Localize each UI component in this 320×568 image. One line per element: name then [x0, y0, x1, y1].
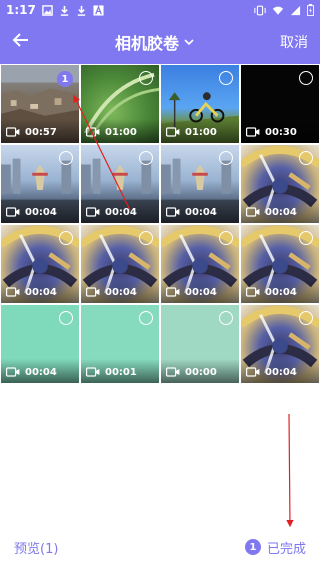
- wifi-icon: [272, 5, 284, 16]
- select-checkbox[interactable]: [219, 151, 233, 165]
- video-duration: 00:04: [185, 287, 217, 298]
- album-title: 相机胶卷: [114, 34, 179, 53]
- back-button[interactable]: [12, 31, 30, 53]
- media-tile[interactable]: 00:04: [240, 144, 320, 224]
- video-duration: 00:04: [265, 367, 297, 378]
- media-tile[interactable]: 01:00: [80, 64, 160, 144]
- media-tile[interactable]: 00:04: [240, 304, 320, 384]
- media-tile[interactable]: 01:00: [160, 64, 240, 144]
- video-duration: 00:00: [185, 367, 217, 378]
- media-tile[interactable]: 00:04: [0, 304, 80, 384]
- preview-button[interactable]: 预览(1): [14, 538, 58, 557]
- media-tile[interactable]: 00:04: [160, 224, 240, 304]
- media-tile[interactable]: 00:01: [80, 304, 160, 384]
- select-checkbox[interactable]: [219, 231, 233, 245]
- select-checkbox[interactable]: [139, 231, 153, 245]
- select-checkbox[interactable]: [139, 71, 153, 85]
- toolbar: 相机胶卷 取消: [0, 20, 320, 64]
- video-camera-icon: [86, 127, 100, 137]
- video-duration: 00:04: [25, 287, 57, 298]
- status-notification-icons: [42, 4, 104, 16]
- select-checkbox[interactable]: [299, 231, 313, 245]
- media-tile[interactable]: 00:04: [0, 144, 80, 224]
- done-label: 已完成: [266, 541, 306, 557]
- battery-icon: [307, 4, 314, 16]
- video-duration: 00:04: [265, 287, 297, 298]
- video-duration: 00:04: [105, 287, 137, 298]
- video-camera-icon: [166, 127, 180, 137]
- media-tile[interactable]: 00:04: [0, 224, 80, 304]
- media-tile[interactable]: 00:04: [80, 144, 160, 224]
- select-checkbox[interactable]: [139, 311, 153, 325]
- media-tile[interactable]: 00:00: [160, 304, 240, 384]
- download-icon: [76, 5, 87, 16]
- album-selector[interactable]: 相机胶卷: [115, 30, 195, 54]
- done-button[interactable]: 1 已完成: [244, 538, 306, 557]
- video-camera-icon: [246, 287, 260, 297]
- photo-picker-screen: 1:17 相机胶卷 取消 00:57 1 01:00 01:00 00:30 0…: [0, 0, 320, 568]
- status-system-icons: [254, 4, 314, 16]
- media-tile[interactable]: 00:04: [160, 144, 240, 224]
- select-checkbox[interactable]: [59, 311, 73, 325]
- select-checkbox[interactable]: [299, 311, 313, 325]
- bottom-bar: 预览(1) 1 已完成: [0, 526, 320, 568]
- video-duration: 00:04: [265, 207, 297, 218]
- status-time: 1:17: [6, 3, 36, 17]
- video-camera-icon: [86, 207, 100, 217]
- video-camera-icon: [6, 207, 20, 217]
- select-checkbox[interactable]: [219, 311, 233, 325]
- video-camera-icon: [6, 287, 20, 297]
- video-camera-icon: [246, 207, 260, 217]
- annotation-arrow-bottom: [286, 413, 294, 528]
- media-tile[interactable]: 00:04: [80, 224, 160, 304]
- video-camera-icon: [166, 287, 180, 297]
- video-camera-icon: [246, 367, 260, 377]
- video-camera-icon: [86, 287, 100, 297]
- media-tile[interactable]: 00:57 1: [0, 64, 80, 144]
- video-duration: 00:01: [105, 367, 137, 378]
- video-camera-icon: [166, 207, 180, 217]
- select-checkbox[interactable]: [139, 151, 153, 165]
- select-checkbox[interactable]: [299, 71, 313, 85]
- video-duration: 00:04: [105, 207, 137, 218]
- video-duration: 00:57: [25, 127, 57, 138]
- media-tile[interactable]: 00:30: [240, 64, 320, 144]
- video-duration: 01:00: [105, 127, 137, 138]
- video-duration: 01:00: [185, 127, 217, 138]
- video-camera-icon: [6, 127, 20, 137]
- media-tile[interactable]: 00:04: [240, 224, 320, 304]
- video-duration: 00:04: [25, 367, 57, 378]
- select-checkbox[interactable]: [59, 151, 73, 165]
- select-checkbox[interactable]: [219, 71, 233, 85]
- font-icon: [93, 4, 104, 16]
- download-icon: [59, 5, 70, 16]
- select-checkbox[interactable]: [59, 231, 73, 245]
- chevron-down-icon: [184, 39, 194, 46]
- video-camera-icon: [246, 127, 260, 137]
- video-camera-icon: [6, 367, 20, 377]
- select-checkbox[interactable]: [299, 151, 313, 165]
- video-duration: 00:04: [185, 207, 217, 218]
- signal-icon: [290, 5, 301, 16]
- video-duration: 00:30: [265, 127, 297, 138]
- cancel-button[interactable]: 取消: [280, 32, 308, 52]
- video-duration: 00:04: [25, 207, 57, 218]
- selected-count-badge: 1: [244, 539, 261, 555]
- selected-order-badge[interactable]: 1: [57, 71, 73, 87]
- video-camera-icon: [166, 367, 180, 377]
- video-camera-icon: [86, 367, 100, 377]
- media-grid: 00:57 1 01:00 01:00 00:30 00:04 00:04 00:04 00:0…: [0, 64, 320, 384]
- vibrate-icon: [254, 5, 266, 16]
- status-bar: 1:17: [0, 0, 320, 20]
- image-icon: [42, 4, 53, 16]
- arrow-left-icon: [12, 33, 28, 47]
